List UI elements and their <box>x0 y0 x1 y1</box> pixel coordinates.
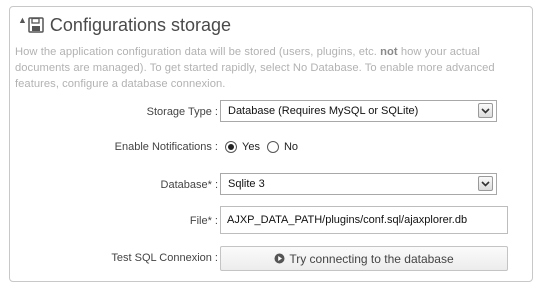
notifications-yes-label: Yes <box>242 141 260 153</box>
description-text: How the application configuration data w… <box>15 46 381 58</box>
database-label: Database* : <box>160 179 218 191</box>
file-row: File* : AJXP_DATA_PATH/plugins/conf.sql/… <box>10 206 534 234</box>
file-path-input[interactable]: AJXP_DATA_PATH/plugins/conf.sql/ajaxplor… <box>220 206 508 234</box>
play-circle-icon <box>274 253 285 264</box>
collapse-arrow-icon[interactable]: ▲ <box>18 15 27 25</box>
storage-type-select[interactable]: Database (Requires MySQL or SQLite) <box>220 100 497 122</box>
storage-type-row: Storage Type : Database (Requires MySQL … <box>10 100 534 124</box>
notifications-yes-radio[interactable] <box>225 141 237 153</box>
file-path-value: AJXP_DATA_PATH/plugins/conf.sql/ajaxplor… <box>227 214 468 226</box>
test-connection-button-label: Try connecting to the database <box>289 251 454 266</box>
configurations-storage-panel: ▲ Configurations storage How the applica… <box>9 6 533 282</box>
notifications-radio-group: Yes No <box>225 135 305 159</box>
notifications-label: Enable Notifications : <box>114 141 218 153</box>
chevron-down-icon[interactable] <box>478 176 493 191</box>
test-connection-button[interactable]: Try connecting to the database <box>220 246 508 271</box>
database-row: Database* : Sqlite 3 <box>10 173 534 197</box>
database-select[interactable]: Sqlite 3 <box>220 173 497 195</box>
notifications-no-radio[interactable] <box>266 141 279 153</box>
description-emphasis: not <box>380 46 398 58</box>
notifications-no-label: No <box>283 141 299 153</box>
panel-title: Configurations storage <box>49 14 232 35</box>
test-sql-label: Test SQL Connexion : <box>111 252 218 264</box>
database-value: Sqlite 3 <box>228 178 265 190</box>
floppy-disk-icon <box>28 17 44 33</box>
test-sql-row: Test SQL Connexion : Try connecting to t… <box>10 246 534 271</box>
notifications-yes-option[interactable]: Yes <box>225 141 260 153</box>
panel-description: How the application configuration data w… <box>15 44 531 92</box>
file-label: File* : <box>189 215 218 227</box>
storage-type-label: Storage Type : <box>146 106 218 118</box>
panel-header[interactable]: ▲ Configurations storage <box>18 12 231 38</box>
storage-type-value: Database (Requires MySQL or SQLite) <box>228 105 419 117</box>
notifications-row: Enable Notifications : Yes No <box>10 135 534 159</box>
chevron-down-icon[interactable] <box>478 103 493 118</box>
notifications-no-option[interactable]: No <box>266 141 299 153</box>
